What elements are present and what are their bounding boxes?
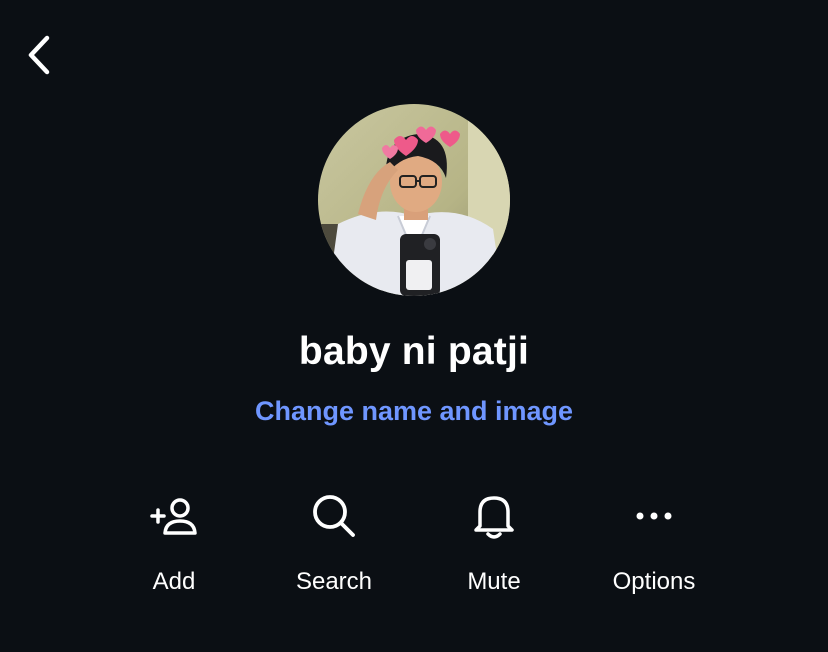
action-bar: Add Search Mute Options: [94, 484, 734, 614]
bell-icon: [466, 488, 522, 544]
add-label: Add: [152, 568, 196, 595]
group-name: baby ni patji: [298, 330, 530, 373]
options-label: Options: [612, 568, 696, 595]
options-button[interactable]: Options: [574, 484, 734, 604]
add-person-icon: [146, 488, 202, 544]
more-horizontal-icon: [626, 488, 682, 544]
search-button[interactable]: Search: [254, 484, 414, 604]
change-name-image-link[interactable]: Change name and image: [255, 396, 573, 426]
group-avatar[interactable]: [318, 104, 510, 296]
back-button[interactable]: [18, 34, 58, 80]
mute-button[interactable]: Mute: [414, 484, 574, 604]
mute-label: Mute: [467, 568, 521, 595]
add-button[interactable]: Add: [94, 484, 254, 604]
search-label: Search: [295, 568, 373, 595]
chevron-left-icon: [25, 34, 51, 81]
search-icon: [306, 488, 362, 544]
